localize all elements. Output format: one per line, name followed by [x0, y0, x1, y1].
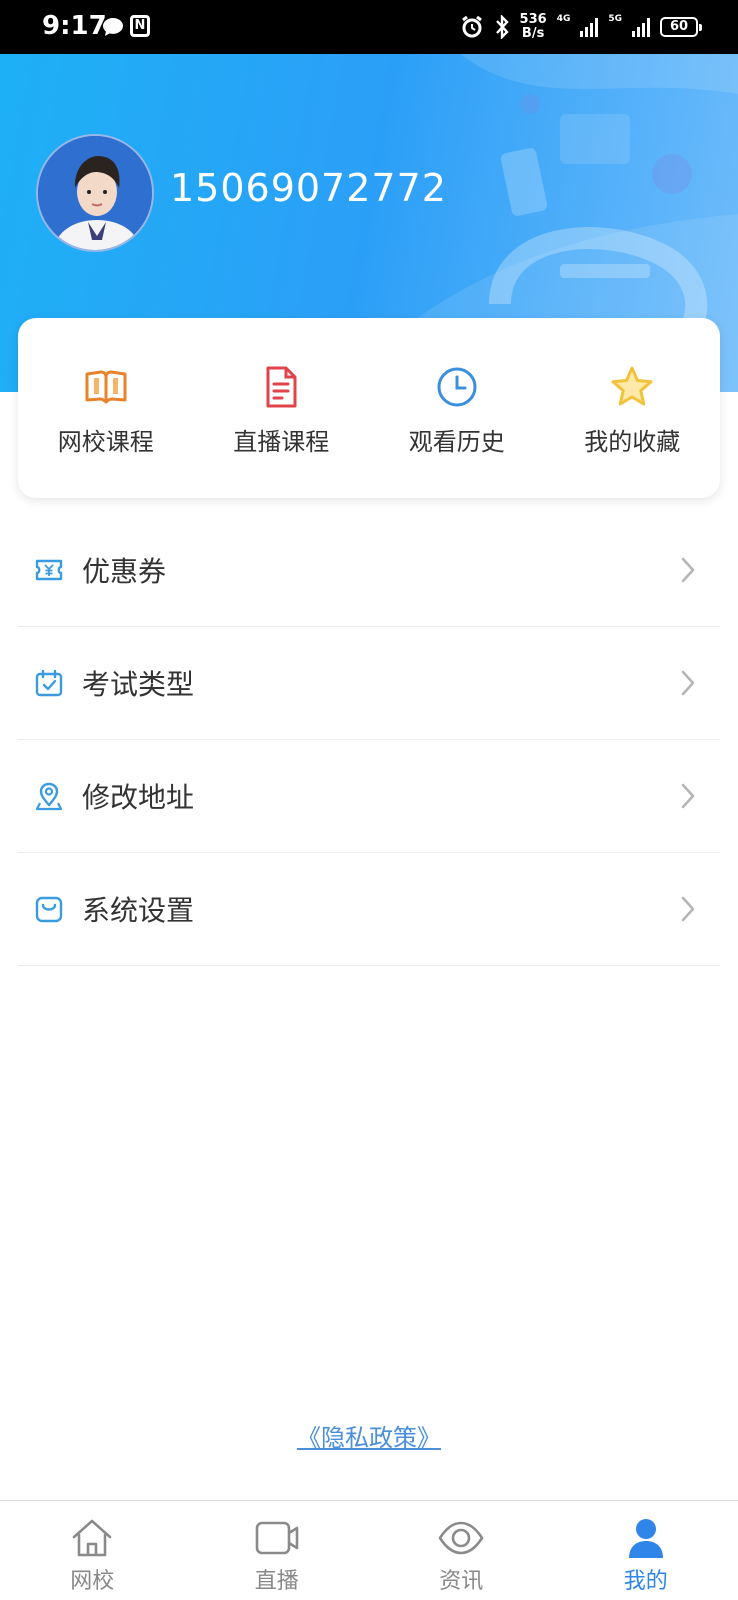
chevron-right-icon	[681, 557, 695, 583]
coupon-icon	[35, 559, 63, 581]
menu-label: 系统设置	[82, 894, 195, 927]
privacy-policy-container: 《隐私政策》	[0, 1418, 738, 1453]
quick-label: 观看历史	[408, 428, 505, 456]
quick-label: 我的收藏	[584, 428, 681, 456]
privacy-policy-link[interactable]: 《隐私政策》	[297, 1424, 441, 1452]
quick-favorites[interactable]: 我的收藏	[545, 318, 721, 498]
tab-label: 网校	[70, 1569, 115, 1594]
open-book-icon	[85, 370, 127, 404]
status-time: 9:17	[42, 11, 107, 41]
tab-label: 资讯	[439, 1569, 484, 1594]
tab-news[interactable]: 资讯	[369, 1501, 554, 1600]
chevron-right-icon	[681, 670, 695, 696]
alarm-icon	[461, 15, 482, 38]
nfc-icon: N	[130, 15, 150, 37]
net-type-2: 5G	[608, 14, 622, 24]
menu-label: 优惠券	[82, 555, 167, 588]
menu-label: 考试类型	[82, 668, 195, 701]
tab-label: 我的	[623, 1569, 668, 1594]
chevron-right-icon	[681, 896, 695, 922]
quick-label: 网校课程	[57, 428, 154, 456]
quick-online-courses[interactable]: 网校课程	[18, 318, 194, 498]
bag-icon	[35, 896, 63, 923]
bluetooth-icon	[495, 15, 509, 39]
signal-icon	[580, 17, 599, 37]
quick-label: 直播课程	[233, 428, 330, 456]
location-pin-icon	[35, 782, 63, 811]
star-icon	[611, 366, 653, 406]
home-icon	[72, 1519, 112, 1557]
menu-row-edit-address[interactable]: 修改地址	[18, 740, 720, 853]
chevron-right-icon	[681, 783, 695, 809]
network-speed: 536 B/s	[519, 12, 547, 41]
bottom-tab-bar: 网校 直播 资讯 我的	[0, 1500, 738, 1600]
status-bar: 9:17 N 536 B/s 4G 5G 60	[0, 0, 738, 54]
clock-icon	[437, 367, 477, 407]
tab-live[interactable]: 直播	[185, 1501, 370, 1600]
video-camera-icon	[255, 1521, 299, 1555]
menu-row-exam-type[interactable]: 考试类型	[18, 627, 720, 740]
tab-mine[interactable]: 我的	[554, 1501, 738, 1600]
menu-label: 修改地址	[82, 781, 195, 814]
quick-actions-card: 网校课程 直播课程 观看历史 我的收藏	[18, 318, 720, 498]
signal-icon-2	[632, 17, 650, 37]
menu-list: 优惠券 考试类型 修改地址 系统设置	[18, 514, 720, 966]
tab-school[interactable]: 网校	[0, 1501, 185, 1600]
quick-watch-history[interactable]: 观看历史	[369, 318, 545, 498]
quick-live-courses[interactable]: 直播课程	[194, 318, 370, 498]
net-type-1: 4G	[556, 14, 571, 24]
menu-row-system-settings[interactable]: 系统设置	[18, 853, 720, 966]
chat-bubble-icon	[103, 18, 123, 36]
tab-label: 直播	[254, 1569, 299, 1594]
menu-row-coupons[interactable]: 优惠券	[18, 514, 720, 627]
person-icon	[628, 1519, 663, 1558]
calendar-check-icon	[35, 669, 63, 697]
battery-icon: 60	[660, 17, 702, 37]
eye-icon	[438, 1521, 484, 1555]
profile-phone: 15069072772	[170, 166, 447, 210]
document-icon	[266, 366, 297, 408]
avatar[interactable]	[36, 134, 154, 252]
